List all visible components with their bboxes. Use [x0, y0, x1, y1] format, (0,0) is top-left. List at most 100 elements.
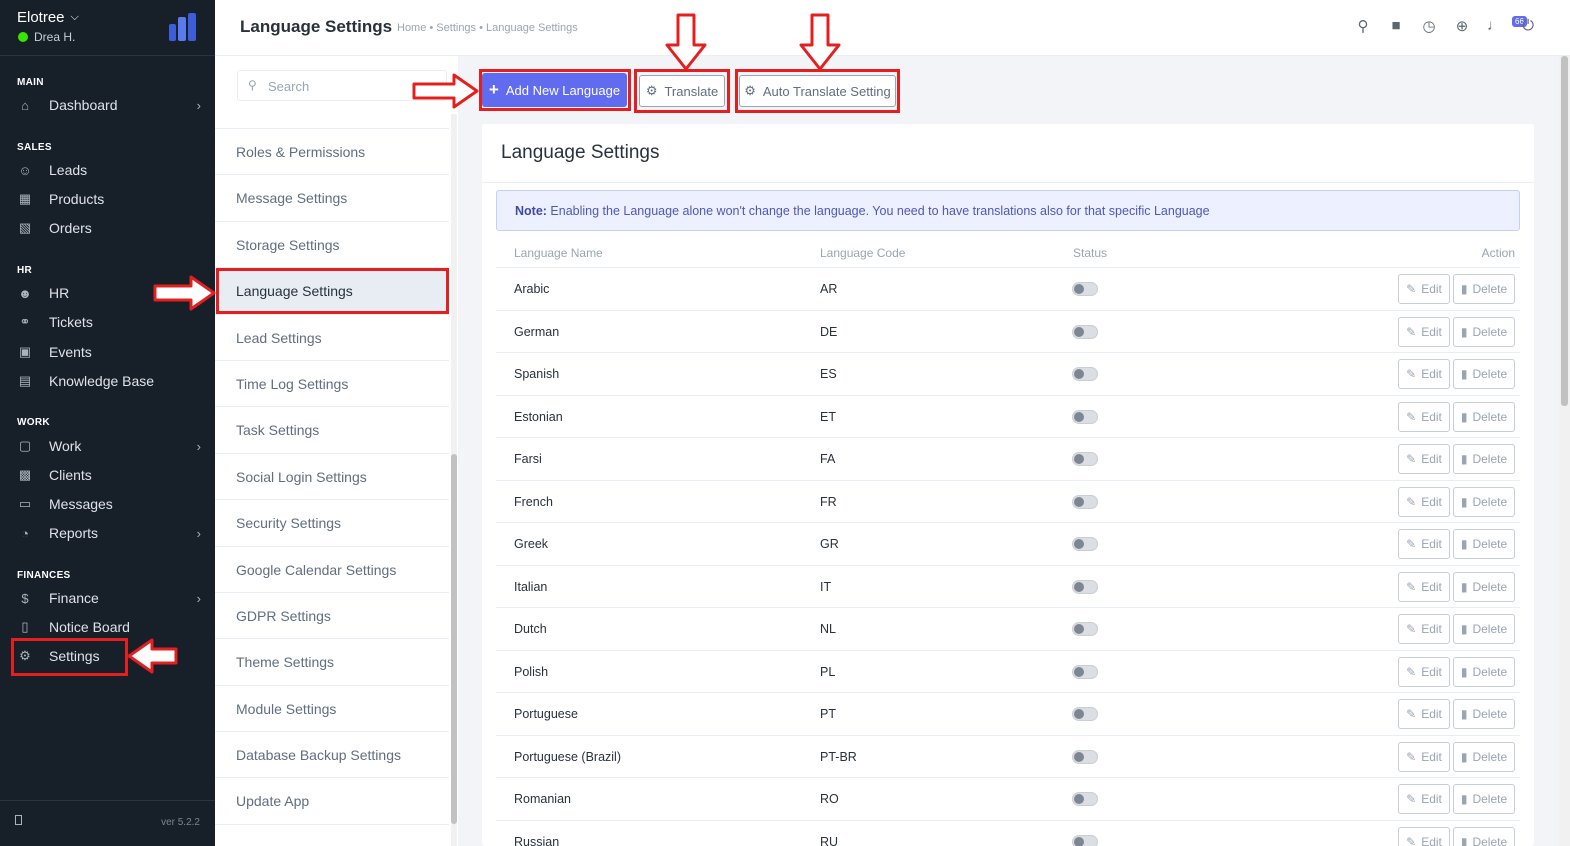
- sticky-note-icon[interactable]: ■: [1388, 17, 1404, 35]
- settings-item-task[interactable]: Task Settings: [215, 407, 449, 454]
- status-toggle[interactable]: [1072, 622, 1098, 636]
- edit-button[interactable]: ✎ Edit: [1398, 741, 1450, 772]
- power-icon[interactable]: ⏻: [1520, 17, 1536, 35]
- nav-item-messages[interactable]: ▭ Messages: [0, 490, 215, 518]
- delete-button[interactable]: ▮ Delete: [1453, 274, 1515, 304]
- top-header: Language Settings Home • Settings • Lang…: [215, 0, 1570, 56]
- page-scrollbar[interactable]: [1559, 56, 1570, 846]
- edit-button[interactable]: ✎ Edit: [1398, 486, 1450, 517]
- status-toggle[interactable]: [1072, 749, 1098, 764]
- delete-button[interactable]: ▮ Delete: [1453, 401, 1515, 432]
- settings-item-lead[interactable]: Lead Settings: [215, 315, 449, 361]
- clock-icon[interactable]: ◷: [1421, 17, 1437, 35]
- delete-button[interactable]: ▮ Delete: [1453, 741, 1515, 772]
- status-toggle[interactable]: [1072, 834, 1098, 846]
- nav-item-products[interactable]: ▦ Products: [0, 185, 215, 213]
- settings-item-module[interactable]: Module Settings: [215, 686, 449, 733]
- add-circle-icon[interactable]: ⊕: [1454, 17, 1470, 35]
- edit-icon: ✎: [1406, 537, 1417, 551]
- edit-button[interactable]: ✎ Edit: [1398, 826, 1450, 846]
- status-toggle[interactable]: [1072, 792, 1098, 806]
- nav-item-knowledge-base[interactable]: ▤ Knowledge Base: [0, 367, 215, 395]
- delete-button[interactable]: ▮ Delete: [1453, 699, 1515, 729]
- nav-item-settings[interactable]: ⚙ Settings: [0, 642, 215, 670]
- delete-button[interactable]: ▮ Delete: [1453, 316, 1515, 347]
- nav-item-work[interactable]: ▢ Work ›: [0, 432, 215, 460]
- delete-button[interactable]: ▮ Delete: [1453, 359, 1515, 389]
- nav-item-tickets[interactable]: ⚭ Tickets: [0, 308, 215, 336]
- settings-item-update-app[interactable]: Update App: [215, 778, 449, 825]
- settings-item-theme[interactable]: Theme Settings: [215, 639, 449, 686]
- delete-button[interactable]: ▮ Delete: [1453, 784, 1515, 814]
- language-code: ES: [820, 367, 837, 381]
- edit-button[interactable]: ✎ Edit: [1398, 656, 1450, 687]
- settings-search-input[interactable]: [268, 76, 438, 96]
- nav-item-events[interactable]: ▣ Events: [0, 338, 215, 366]
- delete-button[interactable]: ▮ Delete: [1453, 486, 1515, 517]
- language-code: ET: [820, 409, 836, 424]
- button-label: Edit: [1421, 834, 1442, 846]
- edit-button[interactable]: ✎ Edit: [1398, 401, 1450, 432]
- edit-button[interactable]: ✎ Edit: [1398, 784, 1450, 814]
- settings-item-roles[interactable]: Roles & Permissions: [215, 129, 449, 176]
- settings-item-message[interactable]: Message Settings: [215, 175, 449, 222]
- button-label: Add New Language: [505, 82, 621, 98]
- settings-item-database-backup[interactable]: Database Backup Settings: [215, 732, 449, 779]
- delete-button[interactable]: ▮ Delete: [1453, 826, 1515, 846]
- delete-button[interactable]: ▮ Delete: [1453, 444, 1515, 474]
- scrollbar-thumb[interactable]: [1561, 56, 1568, 406]
- settings-item-google-calendar[interactable]: Google Calendar Settings: [215, 547, 449, 593]
- collapse-sidebar-icon[interactable]: [15, 815, 22, 825]
- edit-button[interactable]: ✎ Edit: [1398, 699, 1450, 729]
- nav-item-finance[interactable]: $ Finance ›: [0, 584, 215, 612]
- nav-item-notice-board[interactable]: ▯ Notice Board: [0, 613, 215, 641]
- status-toggle[interactable]: [1072, 664, 1098, 679]
- nav-item-hr[interactable]: ☻ HR ›: [0, 279, 215, 307]
- language-name: Portuguese: [514, 707, 578, 721]
- edit-button[interactable]: ✎ Edit: [1398, 316, 1450, 347]
- edit-button[interactable]: ✎ Edit: [1398, 614, 1450, 644]
- edit-button[interactable]: ✎ Edit: [1398, 444, 1450, 474]
- status-toggle[interactable]: [1072, 324, 1098, 339]
- edit-button[interactable]: ✎ Edit: [1398, 274, 1450, 304]
- delete-button[interactable]: ▮ Delete: [1453, 656, 1515, 687]
- search-icon[interactable]: ⚲: [1355, 17, 1371, 35]
- delete-button[interactable]: ▮ Delete: [1453, 614, 1515, 644]
- settings-item-language[interactable]: Language Settings: [215, 268, 449, 315]
- settings-item-time-log[interactable]: Time Log Settings: [215, 361, 449, 408]
- auto-translate-setting-button[interactable]: ⚙ Auto Translate Setting: [739, 75, 896, 107]
- company-switcher[interactable]: Elotree ⌵: [17, 9, 79, 26]
- settings-item-security[interactable]: Security Settings: [215, 500, 449, 547]
- edit-button[interactable]: ✎ Edit: [1398, 359, 1450, 389]
- nav-item-orders[interactable]: ▧ Orders: [0, 214, 215, 242]
- delete-button[interactable]: ▮ Delete: [1453, 529, 1515, 559]
- language-name: Arabic: [514, 282, 550, 296]
- trash-icon: ▮: [1460, 537, 1468, 551]
- edit-button[interactable]: ✎ Edit: [1398, 571, 1450, 602]
- add-new-language-button[interactable]: + Add New Language: [482, 73, 627, 107]
- settings-item-social-login[interactable]: Social Login Settings: [215, 454, 449, 501]
- nav-item-clients[interactable]: ▩ Clients: [0, 461, 215, 489]
- current-user[interactable]: Drea H.: [18, 30, 75, 44]
- settings-item-storage[interactable]: Storage Settings: [215, 222, 449, 269]
- nav-item-leads[interactable]: ☺ Leads: [0, 156, 215, 184]
- status-toggle[interactable]: [1072, 707, 1098, 721]
- settings-item-gdpr[interactable]: GDPR Settings: [215, 593, 449, 640]
- status-toggle[interactable]: [1072, 579, 1098, 594]
- status-toggle[interactable]: [1072, 537, 1098, 551]
- nav-item-reports[interactable]: ◔ Reports ›: [0, 519, 215, 547]
- edit-button[interactable]: ✎ Edit: [1398, 529, 1450, 559]
- bell-icon[interactable]: ♩ 66: [1487, 16, 1527, 35]
- nav-item-dashboard[interactable]: ⌂ Dashboard ›: [0, 91, 215, 119]
- delete-button[interactable]: ▮ Delete: [1453, 571, 1515, 602]
- edit-icon: ✎: [1406, 792, 1417, 806]
- status-toggle[interactable]: [1072, 494, 1098, 509]
- status-toggle[interactable]: [1072, 452, 1098, 466]
- translate-button[interactable]: ⚙ Translate: [639, 75, 725, 107]
- status-toggle[interactable]: [1072, 409, 1098, 424]
- status-toggle[interactable]: [1072, 282, 1098, 296]
- table-row: Romanian RO ✎ Edit ▮ Delete: [496, 778, 1520, 821]
- settings-menu-scrollbar[interactable]: [451, 114, 457, 846]
- scrollbar-thumb[interactable]: [451, 454, 457, 824]
- status-toggle[interactable]: [1072, 367, 1098, 381]
